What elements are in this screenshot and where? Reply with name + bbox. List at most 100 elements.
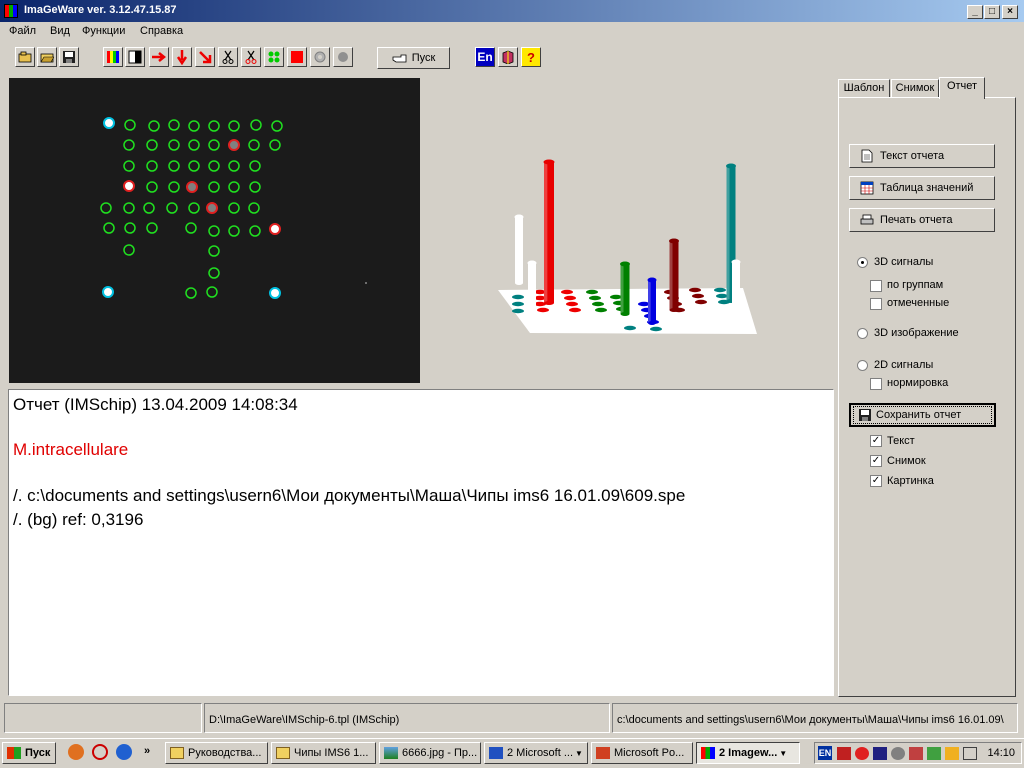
report-text-button[interactable]: Текст отчета (849, 144, 995, 168)
tab-report[interactable]: Отчет (939, 77, 985, 99)
checkbox-text[interactable]: ✓ (870, 435, 882, 447)
tray-monitor-icon[interactable] (873, 747, 887, 760)
radio-3d-signals[interactable] (857, 257, 868, 268)
task-guides-label: Руководства... (188, 747, 262, 759)
task-image-viewer-label: 6666.jpg - Пр... (402, 747, 478, 759)
signal-dot (610, 294, 622, 300)
radio-2d-signals-label: 2D сигналы (874, 359, 934, 371)
signal-dot (586, 289, 598, 295)
report-header: Отчет (IMSchip) 13.04.2009 14:08:34 (13, 395, 298, 414)
ie-icon[interactable] (116, 744, 132, 760)
probe-spot (228, 160, 240, 172)
quicklaunch-more-icon[interactable]: » (144, 745, 150, 757)
save-report-button[interactable]: Сохранить отчет (849, 403, 996, 427)
tray-shield-icon[interactable] (837, 747, 851, 760)
save-icon[interactable] (59, 47, 79, 67)
window-title: ImaGeWare ver. 3.12.47.15.87 (24, 4, 177, 16)
contrast-icon[interactable] (125, 47, 145, 67)
probe-spot-hit (206, 202, 218, 214)
record-disabled-icon[interactable] (333, 47, 353, 67)
value-table-button[interactable]: Таблица значений (849, 176, 995, 200)
checkbox-snapshot-label: Снимок (887, 455, 926, 467)
chip-image[interactable] (9, 78, 420, 383)
task-powerpoint[interactable]: Microsoft Po... (591, 742, 693, 764)
help-icon[interactable]: ? (521, 47, 541, 67)
menu-file[interactable]: Файл (9, 25, 36, 37)
probe-spot (208, 120, 220, 132)
task-chips-label: Чипы IMS6 1... (294, 747, 369, 759)
arrow-diagonal-icon[interactable] (195, 47, 215, 67)
tray-antivirus-icon[interactable] (855, 747, 869, 760)
tab-snapshot[interactable]: Снимок (891, 79, 939, 98)
probe-spot (188, 139, 200, 151)
gear-disabled-icon[interactable] (310, 47, 330, 67)
print-report-button[interactable]: Печать отчета (849, 208, 995, 232)
probe-spot (249, 160, 261, 172)
hand-pointer-icon (392, 54, 407, 63)
menu-functions[interactable]: Функции (82, 25, 125, 37)
minimize-button[interactable]: _ (967, 5, 983, 19)
probe-spot (123, 160, 135, 172)
task-guides[interactable]: Руководства... (165, 742, 268, 764)
tray-book-icon[interactable] (909, 747, 923, 760)
probe-spot (228, 120, 240, 132)
tray-network-icon[interactable] (927, 747, 941, 760)
control-spot (102, 286, 114, 298)
spot-grid (100, 117, 367, 299)
signal-dot (624, 325, 636, 331)
tray-device-icon[interactable] (963, 747, 977, 760)
checkbox-normalize[interactable] (870, 378, 882, 390)
signal-3d-chart (498, 159, 757, 334)
maximize-button[interactable]: □ (984, 5, 1000, 19)
report-text-area[interactable]: Отчет (IMSchip) 13.04.2009 14:08:34 M.in… (8, 389, 834, 696)
signal-dot (689, 287, 701, 293)
task-image-viewer[interactable]: 6666.jpg - Пр... (379, 742, 481, 764)
task-powerpoint-label: Microsoft Po... (614, 747, 685, 759)
radio-2d-signals[interactable] (857, 360, 868, 371)
report-file-path: /. c:\documents and settings\usern6\Мои … (13, 486, 686, 505)
tray-clock-icon[interactable] (891, 747, 905, 760)
probe-spot (228, 202, 240, 214)
probe-spot (208, 245, 220, 257)
menu-view[interactable]: Вид (50, 25, 70, 37)
scissors-icon[interactable] (218, 47, 238, 67)
checkbox-marked[interactable] (870, 298, 882, 310)
start-button[interactable]: Пуск (377, 47, 450, 69)
new-file-icon[interactable] (15, 47, 35, 67)
tray-folder-icon[interactable] (945, 747, 959, 760)
signal-3d-view[interactable] (420, 78, 832, 383)
tab-template[interactable]: Шаблон (838, 79, 890, 98)
signal-bar-red (543, 159, 555, 305)
arrow-right-icon[interactable] (149, 47, 169, 67)
checkbox-by-groups[interactable] (870, 280, 882, 292)
task-imageware[interactable]: 2 Imagew... ▼ (696, 742, 800, 764)
probe-spot (123, 139, 135, 151)
start-menu-button[interactable]: Пуск (2, 742, 56, 764)
signal-dot (716, 293, 728, 299)
probe-spot (143, 202, 155, 214)
signal-dot (695, 299, 707, 305)
checkbox-snapshot[interactable]: ✓ (870, 455, 882, 467)
task-chips[interactable]: Чипы IMS6 1... (271, 742, 376, 764)
close-button[interactable]: × (1002, 5, 1018, 19)
signal-dot (512, 301, 524, 307)
status-template-path: D:\ImaGeWare\IMSchip-6.tpl (IMSchip) (204, 703, 610, 733)
checkbox-picture[interactable]: ✓ (870, 475, 882, 487)
printer-icon (860, 214, 874, 225)
grid-dots-icon[interactable] (264, 47, 284, 67)
language-button[interactable]: En (475, 47, 495, 67)
task-word[interactable]: 2 Microsoft ... ▼ (484, 742, 588, 764)
arrow-down-icon[interactable] (172, 47, 192, 67)
firefox-icon[interactable] (68, 744, 84, 760)
probe-spot (168, 181, 180, 193)
report-reference: /. (bg) ref: 0,3196 (13, 510, 144, 529)
book-icon[interactable] (498, 47, 518, 67)
language-indicator[interactable]: EN (818, 746, 832, 760)
stop-red-icon[interactable] (287, 47, 307, 67)
palette-icon[interactable] (103, 47, 123, 67)
radio-3d-image[interactable] (857, 328, 868, 339)
open-folder-icon[interactable] (37, 47, 57, 67)
menu-help[interactable]: Справка (140, 25, 183, 37)
opera-icon[interactable] (92, 744, 108, 760)
scissors-red-icon[interactable] (241, 47, 261, 67)
